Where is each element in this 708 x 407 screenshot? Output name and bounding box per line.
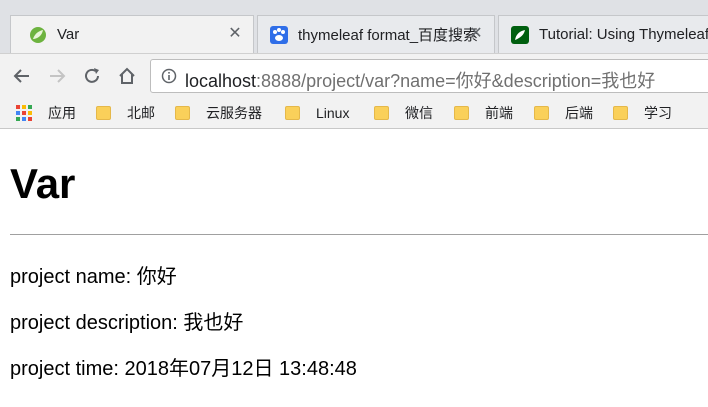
tab-var[interactable]: Var ✕ bbox=[10, 15, 254, 53]
bookmark-label: 微信 bbox=[405, 105, 433, 121]
horizontal-rule bbox=[10, 234, 708, 235]
bookmark-label: 北邮 bbox=[127, 105, 155, 121]
address-bar[interactable]: localhost:8888/project/var?name=你好&descr… bbox=[150, 59, 708, 93]
bookmarks-bar: 应用 北邮 云服务器 Linux 微信 前端 后端 学习 bbox=[0, 98, 708, 129]
arrow-right-icon bbox=[50, 69, 66, 83]
bookmark-folder[interactable]: Linux bbox=[285, 104, 349, 122]
bookmark-folder[interactable]: 微信 bbox=[374, 104, 433, 122]
folder-icon bbox=[285, 106, 300, 120]
reload-button[interactable] bbox=[78, 62, 106, 90]
reload-icon bbox=[85, 68, 99, 83]
url-host: localhost bbox=[185, 71, 257, 91]
arrow-left-icon bbox=[13, 69, 29, 83]
back-button[interactable] bbox=[8, 62, 36, 90]
bookmark-label: 前端 bbox=[485, 105, 513, 121]
bookmark-label: 学习 bbox=[644, 105, 672, 121]
bookmark-folder[interactable]: 前端 bbox=[454, 104, 513, 122]
tab-title: Tutorial: Using Thymeleaf bbox=[539, 26, 708, 43]
url-path: :8888/project/var?name=你好&description=我也… bbox=[256, 71, 656, 91]
tab-baidu-search[interactable]: thymeleaf format_百度搜索 ✕ bbox=[257, 15, 495, 53]
apps-grid-icon bbox=[16, 105, 32, 121]
home-button[interactable] bbox=[113, 62, 141, 90]
folder-icon bbox=[534, 106, 549, 120]
bookmark-label: 后端 bbox=[565, 105, 593, 121]
thymeleaf-leaf-icon bbox=[511, 25, 529, 44]
close-icon[interactable]: ✕ bbox=[468, 26, 484, 42]
browser-toolbar: localhost:8888/project/var?name=你好&descr… bbox=[0, 53, 708, 99]
baidu-paw-icon bbox=[270, 25, 288, 44]
page-heading: Var bbox=[10, 160, 76, 207]
spring-leaf-icon bbox=[30, 26, 46, 43]
tab-thymeleaf-tutorial[interactable]: Tutorial: Using Thymeleaf bbox=[498, 15, 708, 53]
project-description-text: project description: 我也好 bbox=[10, 312, 244, 334]
tab-strip: Var ✕ thymeleaf format_百度搜索 ✕ Tutorial: … bbox=[0, 0, 708, 53]
folder-icon bbox=[454, 106, 469, 120]
bookmark-folder[interactable]: 学习 bbox=[613, 104, 672, 122]
bookmark-apps[interactable]: 应用 bbox=[16, 104, 76, 122]
folder-icon bbox=[374, 106, 389, 120]
bookmark-label: 应用 bbox=[48, 105, 76, 121]
project-time-text: project time: 2018年07月12日 13:48:48 bbox=[10, 358, 357, 380]
info-icon[interactable] bbox=[161, 68, 177, 84]
folder-icon bbox=[613, 106, 628, 120]
folder-icon bbox=[175, 106, 190, 120]
tab-title: Var bbox=[57, 26, 80, 43]
bookmark-folder[interactable]: 后端 bbox=[534, 104, 593, 122]
project-name-text: project name: 你好 bbox=[10, 266, 177, 288]
home-icon bbox=[119, 67, 135, 84]
bookmark-label: Linux bbox=[316, 105, 350, 121]
bookmark-folder[interactable]: 北邮 bbox=[96, 104, 155, 122]
bookmark-label: 云服务器 bbox=[206, 105, 262, 121]
folder-icon bbox=[96, 106, 111, 120]
bookmark-folder[interactable]: 云服务器 bbox=[175, 104, 262, 122]
tab-title: thymeleaf format_百度搜索 bbox=[298, 27, 478, 44]
url-text: localhost:8888/project/var?name=你好&descr… bbox=[185, 67, 655, 93]
forward-button[interactable] bbox=[43, 62, 71, 90]
close-icon[interactable]: ✕ bbox=[227, 26, 243, 42]
